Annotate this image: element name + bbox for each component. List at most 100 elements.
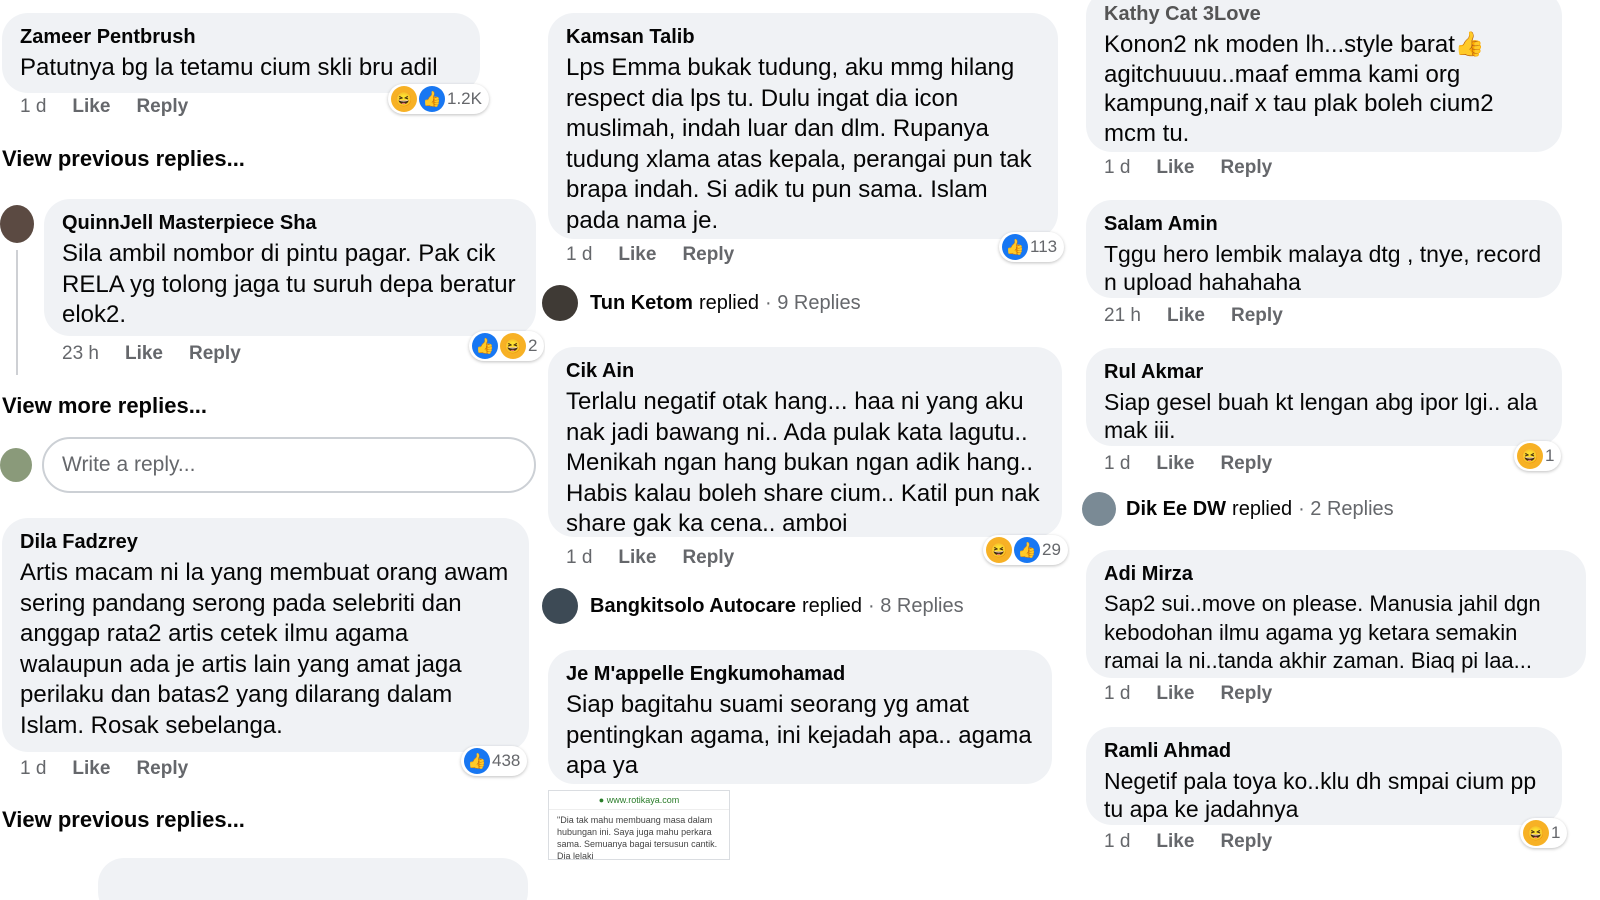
view-previous-replies[interactable]: View previous replies...: [2, 146, 245, 172]
link-preview-thumbnail[interactable]: ● www.rotikaya.com "Dia tak mahu membuan…: [548, 790, 730, 860]
comment-time[interactable]: 1 d: [1104, 157, 1130, 179]
comment-author[interactable]: Salam Amin: [1104, 212, 1544, 236]
like-button[interactable]: Like: [1156, 831, 1194, 853]
like-button[interactable]: Like: [1156, 683, 1194, 705]
like-button[interactable]: Like: [1156, 157, 1194, 179]
like-reaction-icon: 👍: [419, 86, 445, 112]
haha-reaction-icon: 😆: [500, 333, 526, 359]
comment-time[interactable]: 1 d: [1104, 831, 1130, 853]
replied-summary[interactable]: Dik Ee DW replied · 2 Replies: [1126, 498, 1394, 521]
comment-text: Lps Emma bukak tudung, aku mmg hilang re…: [566, 54, 1032, 234]
comment-text: Sila ambil nombor di pintu pagar. Pak ci…: [62, 240, 516, 328]
comment-bubble: QuinnJell Masterpiece Sha Sila ambil nom…: [44, 199, 536, 336]
reaction-summary[interactable]: 😆 👍 1.2K: [388, 84, 489, 114]
comment-text: Konon2 nk moden lh...style barat👍 agitch…: [1104, 31, 1494, 147]
comment-time[interactable]: 1 d: [1104, 453, 1130, 475]
comment-time[interactable]: 23 h: [62, 343, 99, 365]
comment-text: Patutnya bg la tetamu cium skli bru adil: [20, 54, 438, 81]
reply-count: · 2 Replies: [1298, 498, 1394, 520]
comment-bubble: Dila Fadzrey Artis macam ni la yang memb…: [2, 518, 529, 752]
comment-time[interactable]: 1 d: [566, 547, 592, 569]
reply-button[interactable]: Reply: [189, 343, 241, 365]
reply-input-placeholder: Write a reply...: [62, 453, 196, 476]
reaction-summary[interactable]: 👍 😆 2: [469, 331, 545, 361]
like-button[interactable]: Like: [1156, 453, 1194, 475]
reply-input[interactable]: Write a reply...: [42, 437, 536, 493]
comment-author[interactable]: Cik Ain: [566, 359, 1044, 383]
comment-time[interactable]: 1 d: [20, 758, 46, 780]
comment-column-2: Kamsan Talib Lps Emma bukak tudung, aku …: [540, 0, 1070, 900]
avatar: [0, 448, 32, 482]
comment-actions: 1 d Like Reply: [20, 758, 188, 780]
reply-button[interactable]: Reply: [1220, 157, 1272, 179]
comment-text: Sap2 sui..move on please. Manusia jahil …: [1104, 591, 1541, 673]
replier-name: Dik Ee DW: [1126, 498, 1227, 520]
haha-reaction-icon: 😆: [1517, 443, 1543, 469]
comment-bubble: Zameer Pentbrush Patutnya bg la tetamu c…: [2, 13, 480, 93]
comment-actions: 1 d Like Reply: [566, 244, 734, 266]
comment-time[interactable]: 1 d: [20, 96, 46, 118]
like-reaction-icon: 👍: [472, 333, 498, 359]
reaction-count: 113: [1030, 237, 1058, 256]
reply-button[interactable]: Reply: [682, 244, 734, 266]
like-button[interactable]: Like: [618, 244, 656, 266]
like-button[interactable]: Like: [72, 96, 110, 118]
browser-url-bar: ● www.rotikaya.com: [549, 791, 729, 810]
avatar: [542, 285, 578, 321]
comment-time[interactable]: 1 d: [566, 244, 592, 266]
like-reaction-icon: 👍: [464, 748, 490, 774]
reaction-summary[interactable]: 👍 438: [461, 746, 528, 776]
reply-button[interactable]: Reply: [136, 96, 188, 118]
reaction-count: 1: [1551, 823, 1561, 842]
comment-author[interactable]: Zameer Pentbrush: [20, 25, 462, 49]
reply-button[interactable]: Reply: [1220, 831, 1272, 853]
reaction-summary[interactable]: 😆 1: [1520, 818, 1568, 848]
view-previous-replies[interactable]: View previous replies...: [2, 807, 245, 833]
avatar: [1082, 492, 1116, 526]
lock-icon: ●: [598, 795, 605, 805]
comment-bubble: Rul Akmar Siap gesel buah kt lengan abg …: [1086, 348, 1562, 446]
comment-author[interactable]: Kamsan Talib: [566, 25, 1040, 49]
comment-actions: 1 d Like Reply: [566, 547, 734, 569]
reaction-summary[interactable]: 😆 👍 29: [983, 535, 1068, 565]
comment-time[interactable]: 21 h: [1104, 305, 1141, 327]
comment-column-3: Kathy Cat 3Love Konon2 nk moden lh...sty…: [1078, 0, 1600, 900]
reply-button[interactable]: Reply: [136, 758, 188, 780]
comment-author[interactable]: Adi Mirza: [1104, 562, 1568, 586]
replied-verb: replied: [698, 292, 759, 314]
comment-author[interactable]: QuinnJell Masterpiece Sha: [62, 211, 518, 235]
comment-text: Negetif pala toya ko..klu dh smpai cium …: [1104, 768, 1537, 822]
comment-author[interactable]: Ramli Ahmad: [1104, 739, 1544, 763]
avatar: [542, 588, 578, 624]
reply-button[interactable]: Reply: [1220, 683, 1272, 705]
comment-actions: 21 h Like Reply: [1104, 305, 1283, 327]
haha-reaction-icon: 😆: [391, 86, 417, 112]
reaction-count: 438: [492, 751, 521, 770]
reaction-summary[interactable]: 👍 113: [999, 232, 1065, 262]
replied-summary[interactable]: Tun Ketom replied · 9 Replies: [590, 292, 861, 315]
comment-author[interactable]: Je M'appelle Engkumohamad: [566, 662, 1034, 686]
reply-button[interactable]: Reply: [682, 547, 734, 569]
comment-author[interactable]: Kathy Cat 3Love: [1104, 2, 1544, 26]
reply-button[interactable]: Reply: [1220, 453, 1272, 475]
comment-time[interactable]: 1 d: [1104, 683, 1130, 705]
replied-summary[interactable]: Bangkitsolo Autocare replied · 8 Replies: [590, 595, 964, 618]
comment-author[interactable]: Dila Fadzrey: [20, 530, 511, 554]
comment-text: Tggu hero lembik malaya dtg , tnye, reco…: [1104, 241, 1542, 295]
comment-actions: 1 d Like Reply: [1104, 453, 1272, 475]
comment-column-1: Zameer Pentbrush Patutnya bg la tetamu c…: [0, 0, 545, 900]
reaction-summary[interactable]: 😆 1: [1514, 441, 1562, 471]
comment-bubble: Adi Mirza Sap2 sui..move on please. Manu…: [1086, 550, 1586, 678]
reply-button[interactable]: Reply: [1231, 305, 1283, 327]
replied-verb: replied: [801, 595, 863, 617]
like-button[interactable]: Like: [72, 758, 110, 780]
view-more-replies[interactable]: View more replies...: [2, 393, 207, 419]
comment-text: Artis macam ni la yang membuat orang awa…: [20, 559, 509, 739]
like-button[interactable]: Like: [618, 547, 656, 569]
preview-url: www.rotikaya.com: [606, 795, 680, 805]
comment-actions: 1 d Like Reply: [1104, 157, 1272, 179]
comment-bubble: Cik Ain Terlalu negatif otak hang... haa…: [548, 347, 1062, 537]
comment-author[interactable]: Rul Akmar: [1104, 360, 1544, 384]
like-button[interactable]: Like: [1167, 305, 1205, 327]
like-button[interactable]: Like: [125, 343, 163, 365]
